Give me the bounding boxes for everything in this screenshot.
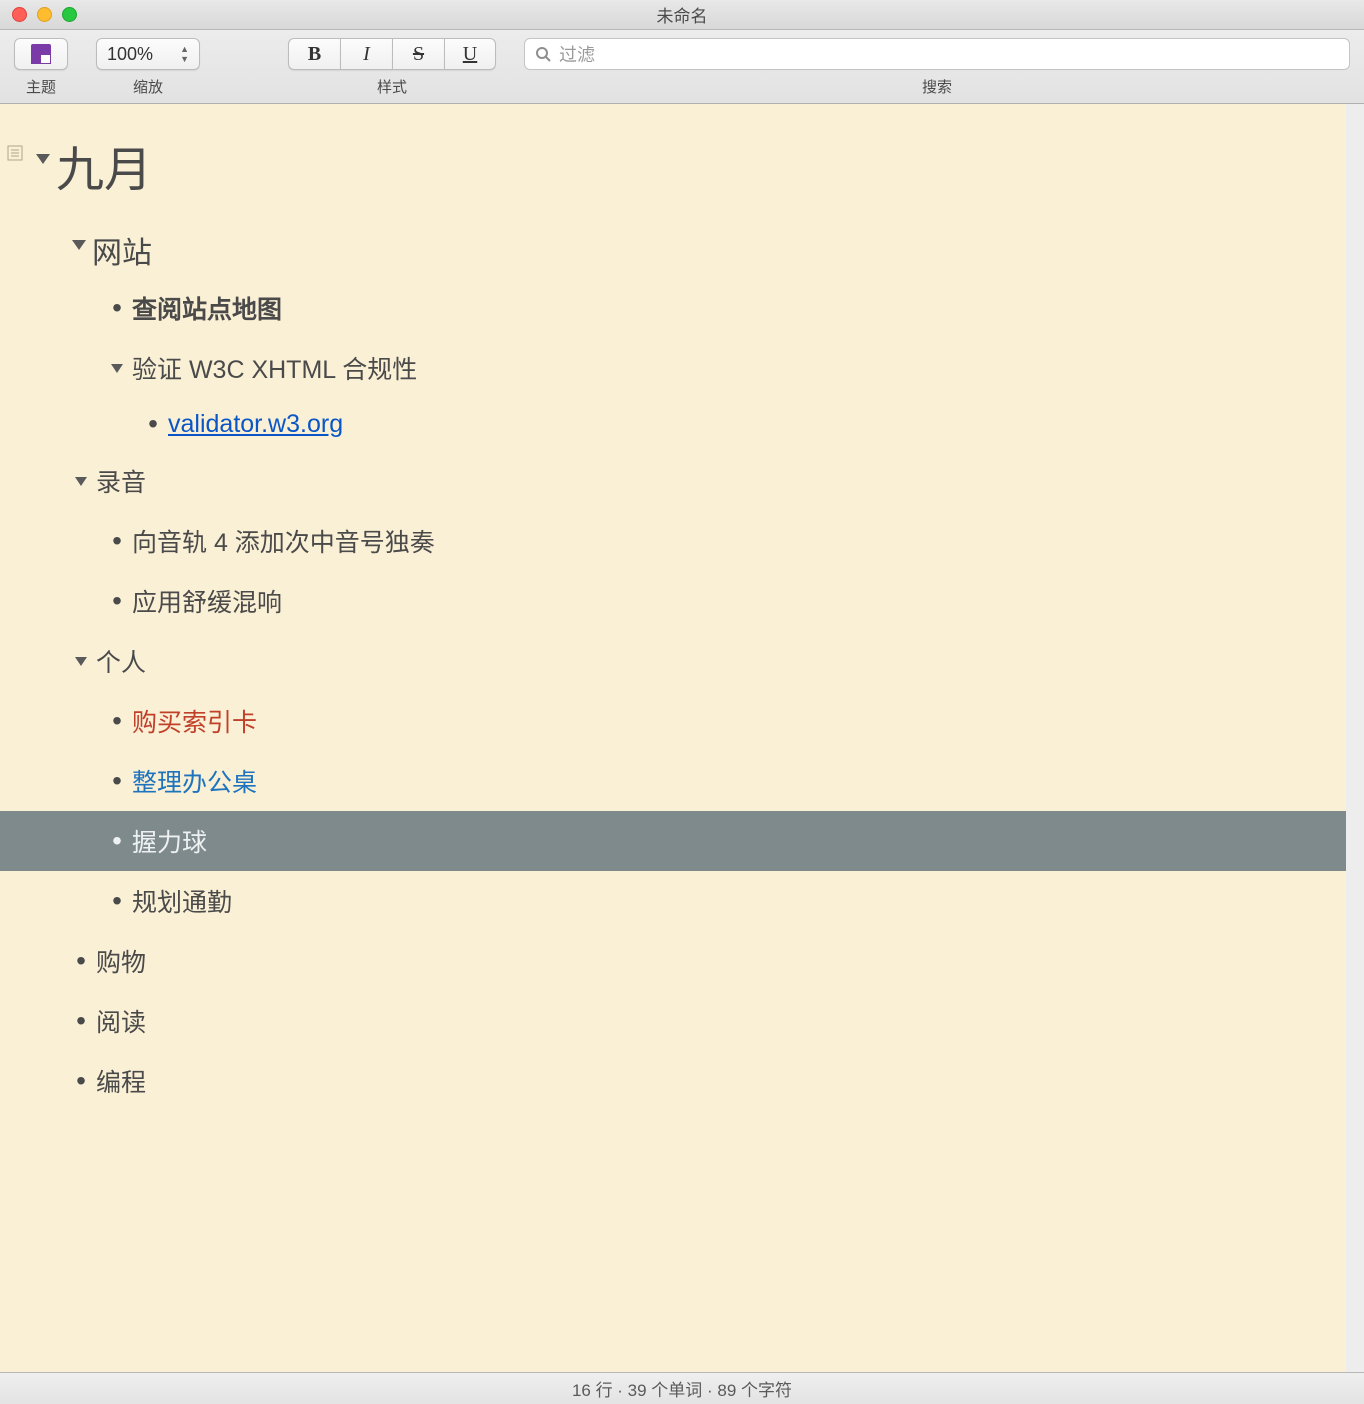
bullet-icon: • [66,1010,96,1032]
theme-group: 主题 [14,38,68,97]
stepper-arrows-icon: ▲▼ [180,45,189,64]
zoom-value: 100% [107,44,153,65]
disclosure-triangle-icon[interactable] [30,128,56,164]
bullet-icon: • [102,770,132,792]
search-input[interactable]: 过滤 [524,38,1350,70]
toolbar: 主题 100% ▲▼ 缩放 B I S U 样式 过滤 搜索 [0,30,1364,104]
section-title[interactable]: 网站 [92,210,152,278]
disclosure-triangle-icon[interactable] [66,657,96,666]
search-group: 过滤 搜索 [524,38,1350,97]
item-text[interactable]: 编程 [96,1063,146,1099]
list-item[interactable]: • 应用舒缓混响 [102,571,1346,631]
window-title: 未命名 [0,2,1364,27]
outline-section-row[interactable]: 录音 [66,451,1346,511]
item-text[interactable]: 验证 W3C XHTML 合规性 [132,350,417,386]
bullet-icon: • [102,590,132,612]
bullet-icon: • [138,413,168,435]
zoom-stepper[interactable]: 100% ▲▼ [96,38,200,70]
editor-area[interactable]: 九月 网站 • 查阅站点地图 验证 W3C XHTML 合规性 • valida… [0,104,1364,1372]
bullet-icon: • [102,710,132,732]
search-label: 搜索 [922,76,952,97]
status-bar: 16 行 · 39 个单词 · 89 个字符 [0,1372,1364,1404]
bullet-icon: • [102,830,132,852]
titlebar: 未命名 [0,0,1364,30]
section-title[interactable]: 个人 [96,643,146,679]
outline-section-row[interactable]: 网站 [66,210,1346,278]
list-item[interactable]: • 握力球 [102,811,1346,871]
list-item[interactable]: • 阅读 [66,991,1346,1051]
item-text[interactable]: 应用舒缓混响 [132,583,282,619]
list-item[interactable]: • 向音轨 4 添加次中音号独奏 [102,511,1346,571]
item-link[interactable]: validator.w3.org [168,410,343,439]
item-text[interactable]: 购物 [96,943,146,979]
list-item[interactable]: • 购物 [66,931,1346,991]
bold-button[interactable]: B [288,38,340,70]
theme-label: 主题 [26,76,56,97]
note-margin-icon [6,144,24,162]
zoom-label: 缩放 [133,76,163,97]
outline-root-row[interactable]: 九月 [30,128,1346,210]
zoom-group: 100% ▲▼ 缩放 [96,38,200,97]
style-label: 样式 [377,76,407,97]
search-icon [535,46,551,62]
style-group-container: B I S U 样式 [288,38,496,97]
outline-section-row[interactable]: 个人 [66,631,1346,691]
list-item[interactable]: • 查阅站点地图 [102,278,1346,338]
list-item[interactable]: • 编程 [66,1051,1346,1111]
item-text[interactable]: 阅读 [96,1003,146,1039]
section-title[interactable]: 录音 [96,463,146,499]
bullet-icon: • [66,1070,96,1092]
list-item[interactable]: • 规划通勤 [102,871,1346,931]
italic-button[interactable]: I [340,38,392,70]
status-text: 16 行 · 39 个单词 · 89 个字符 [572,1376,792,1401]
disclosure-triangle-icon[interactable] [66,210,92,250]
style-group: B I S U [288,38,496,70]
item-text[interactable]: 购买索引卡 [132,703,257,739]
item-text[interactable]: 整理办公桌 [132,763,257,799]
item-text[interactable]: 查阅站点地图 [132,290,282,326]
list-item[interactable]: • 购买索引卡 [102,691,1346,751]
list-item[interactable]: • validator.w3.org [138,398,1346,451]
bullet-icon: • [102,530,132,552]
item-text[interactable]: 规划通勤 [132,883,232,919]
theme-icon [31,44,51,64]
list-item[interactable]: 验证 W3C XHTML 合规性 [102,338,1346,398]
item-text[interactable]: 向音轨 4 添加次中音号独奏 [132,523,435,559]
outline-root-title[interactable]: 九月 [56,128,152,210]
disclosure-triangle-icon[interactable] [102,364,132,373]
theme-button[interactable] [14,38,68,70]
bullet-icon: • [102,297,132,319]
strike-button[interactable]: S [392,38,444,70]
search-placeholder: 过滤 [559,41,595,67]
item-text[interactable]: 握力球 [132,823,207,859]
bullet-icon: • [102,890,132,912]
bullet-icon: • [66,950,96,972]
list-item[interactable]: • 整理办公桌 [102,751,1346,811]
underline-button[interactable]: U [444,38,496,70]
disclosure-triangle-icon[interactable] [66,477,96,486]
selected-row[interactable]: • 握力球 [0,811,1364,871]
